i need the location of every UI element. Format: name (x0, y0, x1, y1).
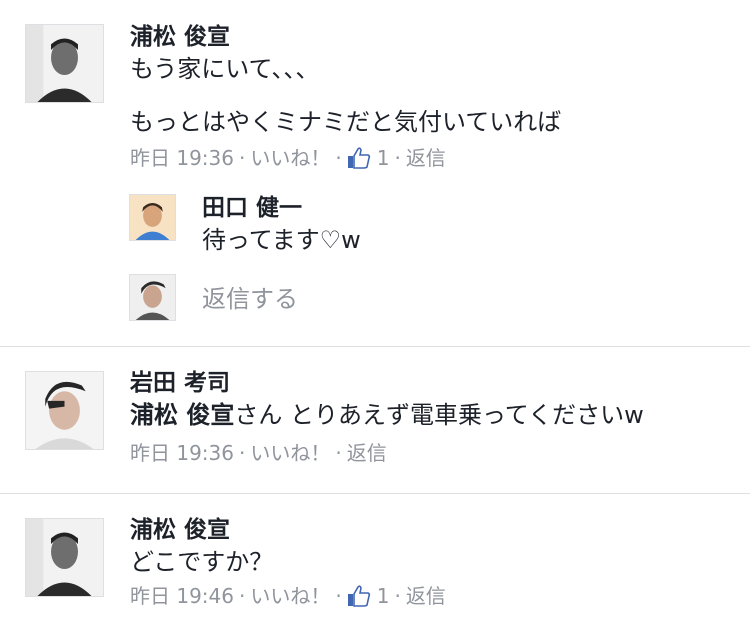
reply-avatar[interactable] (129, 194, 176, 241)
comment-item: 岩田 考司 浦松 俊宣さん とりあえず電車乗ってくださいw 昨日 19:36 ·… (0, 347, 750, 493)
reply-button[interactable]: 返信 (406, 145, 446, 171)
comment-text: 浦松 俊宣さん とりあえず電車乗ってくださいw (130, 399, 644, 431)
separator-dot: · (335, 441, 342, 465)
comment-timestamp[interactable]: 昨日 19:36 (130, 145, 234, 171)
avatar[interactable] (25, 518, 104, 597)
thumbs-up-icon[interactable] (347, 585, 371, 607)
comment-item: 浦松 俊宣 どこですか？ 昨日 19:46 · いいね！ · 1 · 返信 (0, 494, 750, 618)
avatar-image (130, 275, 175, 320)
avatar-image (130, 195, 175, 240)
comment-timestamp[interactable]: 昨日 19:46 (130, 583, 234, 609)
comment-meta: 昨日 19:46 · いいね！ · 1 · 返信 (130, 583, 446, 609)
mention-link[interactable]: 浦松 俊宣 (130, 401, 234, 429)
reply-author[interactable]: 田口 健一 (202, 193, 302, 223)
separator-dot: · (335, 584, 342, 608)
comment-author[interactable]: 浦松 俊宣 (130, 22, 230, 52)
comment-text-line-1: もう家にいて、、、 (130, 55, 320, 83)
separator-dot: · (239, 146, 246, 170)
comment-text-body: さん とりあえず電車乗ってくださいw (234, 401, 644, 429)
avatar-image (26, 519, 103, 596)
comment-timestamp[interactable]: 昨日 19:36 (130, 440, 234, 466)
reply-input[interactable]: 返信する (202, 283, 298, 315)
comment-author[interactable]: 浦松 俊宣 (130, 515, 230, 545)
comment-item: 浦松 俊宣 もう家にいて、、、 もっとはやくミナミだと気付いていれば 昨日 19… (0, 0, 750, 346)
current-user-avatar (129, 274, 176, 321)
thumbs-up-icon[interactable] (347, 147, 371, 169)
like-count[interactable]: 1 (377, 145, 390, 171)
separator-dot: · (394, 584, 401, 608)
like-button[interactable]: いいね！ (250, 145, 330, 171)
separator-dot: · (239, 584, 246, 608)
like-count[interactable]: 1 (377, 583, 390, 609)
like-button[interactable]: いいね！ (250, 583, 330, 609)
comment-text: どこですか？ (130, 548, 274, 576)
avatar-image (26, 25, 103, 102)
separator-dot: · (239, 441, 246, 465)
comment-author[interactable]: 岩田 考司 (130, 368, 230, 398)
avatar[interactable] (25, 371, 104, 450)
comment-meta: 昨日 19:36 · いいね！ · 返信 (130, 440, 387, 466)
separator-dot: · (394, 146, 401, 170)
reply-text: 待ってます♡w (202, 226, 361, 254)
avatar[interactable] (25, 24, 104, 103)
separator-dot: · (335, 146, 342, 170)
reply-button[interactable]: 返信 (347, 440, 387, 466)
avatar-image (26, 372, 103, 449)
comment-text-line-2: もっとはやくミナミだと気付いていれば (130, 108, 562, 136)
comment-meta: 昨日 19:36 · いいね！ · 1 · 返信 (130, 145, 446, 171)
reply-button[interactable]: 返信 (406, 583, 446, 609)
like-button[interactable]: いいね！ (250, 440, 330, 466)
